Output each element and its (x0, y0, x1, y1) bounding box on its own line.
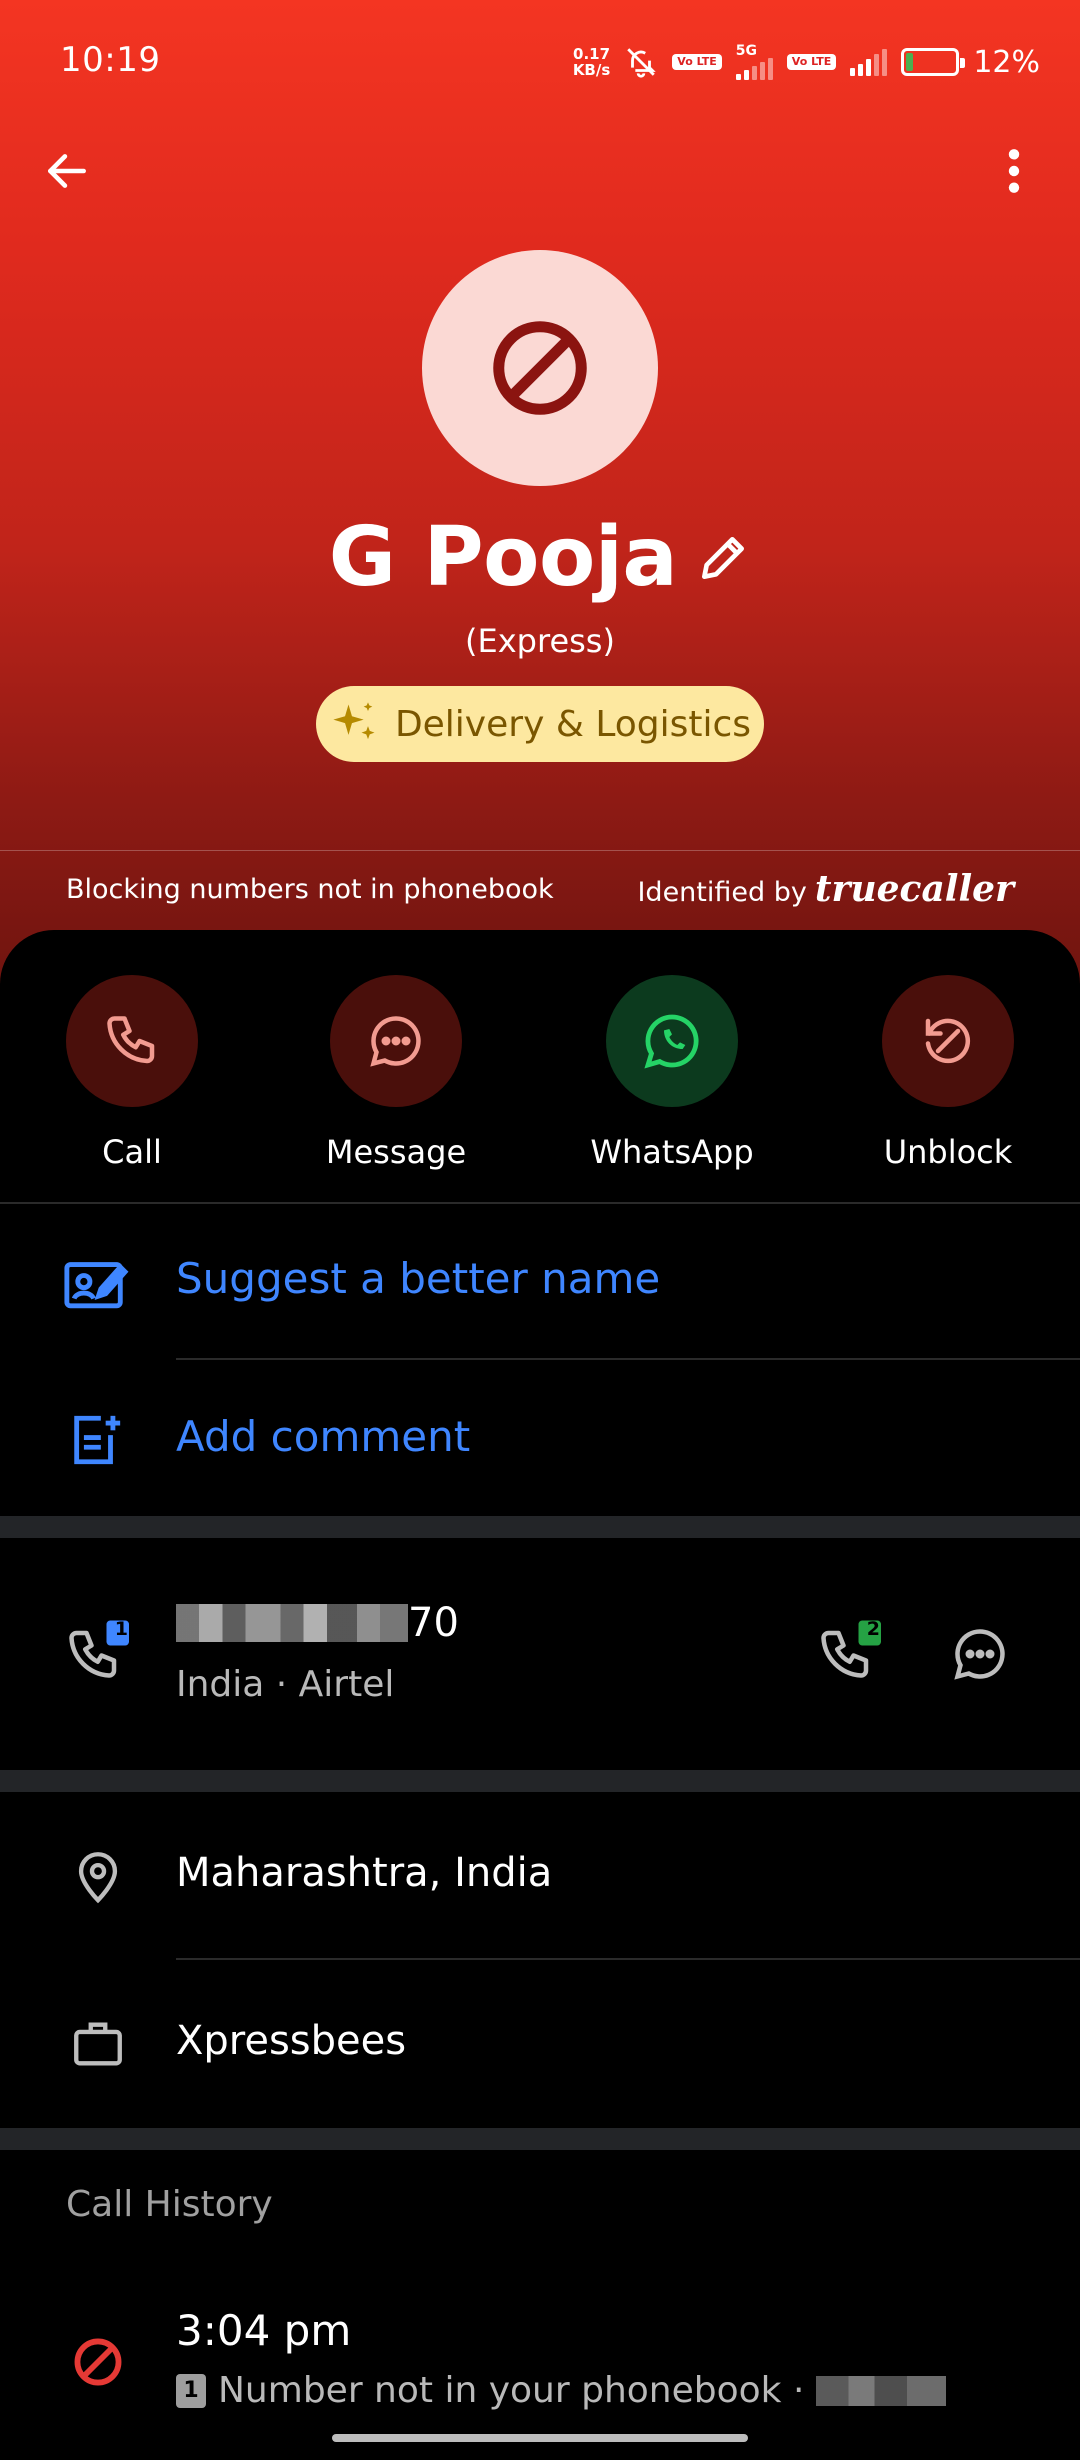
back-arrow-icon[interactable] (42, 146, 92, 196)
blocked-call-icon (74, 2338, 122, 2386)
contact-name-row: G Pooja (0, 510, 1080, 605)
category-tag-label: Delivery & Logistics (394, 703, 752, 745)
location-pin-icon (78, 1852, 118, 1904)
signal-bars-icon (735, 58, 773, 80)
net-speed: 0.17 KB/s (573, 46, 610, 78)
suggest-name-icon-wrap (60, 1252, 132, 1316)
contact-name: G Pooja (328, 510, 678, 605)
call-label: Call (102, 1133, 162, 1171)
sim2-badge: 2 (866, 1618, 880, 1640)
call-action-circle[interactable] (66, 975, 198, 1107)
add-comment-link[interactable]: Add comment (176, 1412, 470, 1461)
options-divider (176, 1358, 1080, 1360)
section-divider-2 (0, 1770, 1080, 1792)
message-action-circle[interactable] (330, 975, 462, 1107)
add-comment-icon-wrap (66, 1408, 126, 1472)
message-bubble-icon (370, 1016, 421, 1067)
edit-pencil-icon[interactable] (695, 530, 751, 586)
signal-bars-2-icon (850, 48, 888, 76)
category-tag: Delivery & Logistics (316, 686, 764, 762)
call-history-masked-number (816, 2375, 947, 2406)
call-action[interactable]: Call (32, 975, 232, 1171)
location-icon-wrap (66, 1844, 130, 1908)
sparkle-icon (333, 702, 375, 740)
details-divider (176, 1958, 1080, 1960)
block-icon (493, 321, 587, 415)
whatsapp-label: WhatsApp (590, 1133, 754, 1171)
call-history-time[interactable]: 3:04 pm (176, 2306, 351, 2355)
sim1-call-icon-wrap[interactable]: 1 (64, 1618, 134, 1688)
message-action[interactable]: Message (296, 975, 496, 1171)
volte-sim1-icon: Vo LTE (672, 54, 722, 70)
status-bar-icons: 0.17 KB/s Vo LTE 5G Vo LTE 12% (573, 40, 1040, 84)
call-history-title: Call History (66, 2184, 273, 2225)
unblock-action-circle[interactable] (882, 975, 1014, 1107)
more-options-icon[interactable] (996, 146, 1032, 196)
whatsapp-action-circle[interactable] (606, 975, 738, 1107)
contact-subtitle: (Express) (465, 622, 615, 660)
add-note-icon (74, 1415, 121, 1465)
net-speed-unit: KB/s (572, 61, 611, 79)
sim1-badge: 1 (114, 1618, 128, 1640)
unblock-label: Unblock (883, 1133, 1013, 1171)
whatsapp-action[interactable]: WhatsApp (572, 975, 772, 1171)
sim2-call-button[interactable]: 2 (816, 1618, 886, 1688)
phone-number-suffix: 70 (408, 1600, 459, 1646)
call-history-description: Number not in your phonebook · (218, 2370, 805, 2411)
mute-bell-icon (627, 48, 657, 78)
suggest-name-link[interactable]: Suggest a better name (176, 1254, 660, 1303)
truecaller-logo: truecaller (814, 868, 1014, 910)
battery-icon (901, 48, 966, 76)
sim1-signal: 5G (735, 43, 773, 80)
phone-carrier: India · Airtel (176, 1664, 395, 1705)
message-label: Message (325, 1133, 467, 1171)
identified-by: Identified by truecaller (637, 868, 1014, 910)
network-type: 5G (735, 43, 758, 59)
identified-prefix: Identified by (637, 877, 807, 908)
net-speed-value: 0.17 (573, 45, 611, 63)
home-indicator[interactable] (332, 2434, 748, 2442)
location-text: Maharashtra, India (176, 1850, 553, 1896)
blocked-avatar (422, 250, 658, 486)
sms-button[interactable] (948, 1622, 1012, 1686)
section-divider-3 (0, 2128, 1080, 2150)
phone-icon (107, 1016, 155, 1064)
blocking-notice: Blocking numbers not in phonebook (66, 874, 554, 905)
phone-number[interactable]: 70 (176, 1600, 459, 1646)
volte-sim2-icon: Vo LTE (786, 54, 837, 70)
company-icon-wrap (66, 2012, 130, 2076)
battery-percent: 12% (973, 44, 1040, 80)
header-divider (0, 850, 1080, 851)
section-divider-1 (0, 1516, 1080, 1538)
briefcase-icon (74, 2022, 122, 2066)
status-time: 10:19 (60, 40, 161, 80)
whatsapp-icon (644, 1014, 699, 1069)
unblock-icon (925, 1018, 971, 1064)
company-text: Xpressbees (176, 2018, 407, 2064)
message-bubble-icon (954, 1629, 1005, 1680)
call-history-detail: 1 Number not in your phonebook · (176, 2370, 947, 2411)
phone-number-masked (176, 1604, 408, 1642)
blocked-call-icon-wrap (66, 2330, 130, 2394)
sim-1-badge-icon: 1 (176, 2373, 206, 2408)
actions-divider (0, 1202, 1080, 1204)
edit-card-icon (64, 1262, 129, 1309)
unblock-action[interactable]: Unblock (848, 975, 1048, 1171)
